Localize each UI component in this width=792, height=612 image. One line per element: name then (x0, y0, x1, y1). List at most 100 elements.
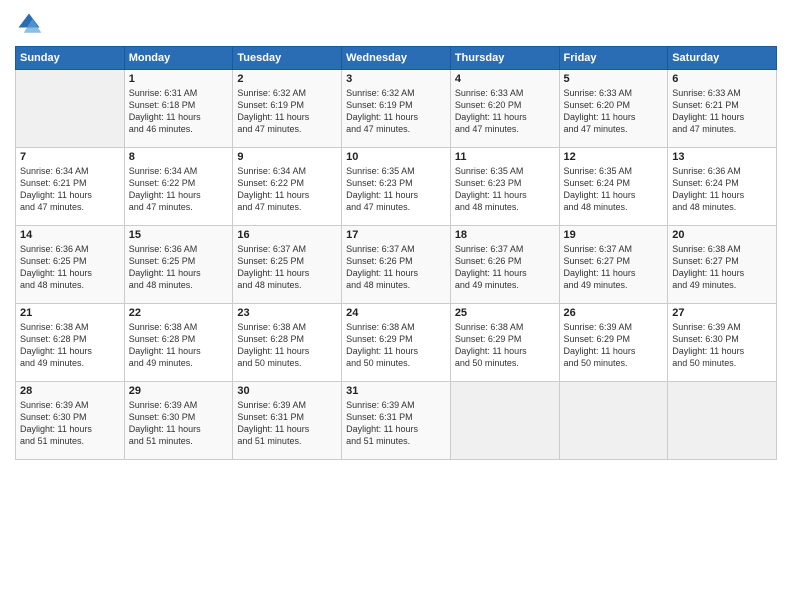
day-cell: 14 Sunrise: 6:36 AM Sunset: 6:25 PM Dayli… (16, 226, 125, 304)
day-cell: 4 Sunrise: 6:33 AM Sunset: 6:20 PM Daylig… (450, 70, 559, 148)
header-cell-tuesday: Tuesday (233, 47, 342, 70)
day-cell: 3 Sunrise: 6:32 AM Sunset: 6:19 PM Daylig… (342, 70, 451, 148)
day-cell: 2 Sunrise: 6:32 AM Sunset: 6:19 PM Daylig… (233, 70, 342, 148)
day-cell: 15 Sunrise: 6:36 AM Sunset: 6:25 PM Dayli… (124, 226, 233, 304)
header-row: SundayMondayTuesdayWednesdayThursdayFrid… (16, 47, 777, 70)
day-cell: 1Sunrise: 6:31 AM Sunset: 6:18 PM Daylig… (124, 70, 233, 148)
day-number: 27 (672, 307, 772, 319)
day-number: 19 (564, 229, 664, 241)
calendar-table: SundayMondayTuesdayWednesdayThursdayFrid… (15, 46, 777, 460)
day-number: 6 (672, 73, 772, 85)
day-detail: Sunrise: 6:38 AM Sunset: 6:28 PM Dayligh… (237, 321, 337, 370)
day-detail: Sunrise: 6:32 AM Sunset: 6:19 PM Dayligh… (346, 87, 446, 136)
week-row-4: 21 Sunrise: 6:38 AM Sunset: 6:28 PM Dayli… (16, 304, 777, 382)
day-cell: 26 Sunrise: 6:39 AM Sunset: 6:29 PM Dayli… (559, 304, 668, 382)
day-cell: 22 Sunrise: 6:38 AM Sunset: 6:28 PM Dayli… (124, 304, 233, 382)
logo (15, 10, 47, 38)
header-cell-saturday: Saturday (668, 47, 777, 70)
day-number: 22 (129, 307, 229, 319)
day-cell: 12 Sunrise: 6:35 AM Sunset: 6:24 PM Dayli… (559, 148, 668, 226)
day-cell: 18Sunrise: 6:37 AM Sunset: 6:26 PM Dayli… (450, 226, 559, 304)
week-row-3: 14 Sunrise: 6:36 AM Sunset: 6:25 PM Dayli… (16, 226, 777, 304)
day-number: 21 (20, 307, 120, 319)
day-detail: Sunrise: 6:33 AM Sunset: 6:20 PM Dayligh… (564, 87, 664, 136)
day-detail: Sunrise: 6:39 AM Sunset: 6:30 PM Dayligh… (129, 399, 229, 448)
day-detail: Sunrise: 6:35 AM Sunset: 6:24 PM Dayligh… (564, 165, 664, 214)
day-number: 2 (237, 73, 337, 85)
day-cell: 8 Sunrise: 6:34 AM Sunset: 6:22 PM Daylig… (124, 148, 233, 226)
page: SundayMondayTuesdayWednesdayThursdayFrid… (0, 0, 792, 612)
day-number: 20 (672, 229, 772, 241)
day-cell: 17Sunrise: 6:37 AM Sunset: 6:26 PM Dayli… (342, 226, 451, 304)
day-detail: Sunrise: 6:36 AM Sunset: 6:25 PM Dayligh… (129, 243, 229, 292)
day-number: 29 (129, 385, 229, 397)
day-cell: 5 Sunrise: 6:33 AM Sunset: 6:20 PM Daylig… (559, 70, 668, 148)
week-row-2: 7Sunrise: 6:34 AM Sunset: 6:21 PM Daylig… (16, 148, 777, 226)
day-detail: Sunrise: 6:37 AM Sunset: 6:27 PM Dayligh… (564, 243, 664, 292)
day-number: 14 (20, 229, 120, 241)
day-detail: Sunrise: 6:34 AM Sunset: 6:22 PM Dayligh… (237, 165, 337, 214)
header-cell-friday: Friday (559, 47, 668, 70)
day-number: 25 (455, 307, 555, 319)
day-detail: Sunrise: 6:33 AM Sunset: 6:20 PM Dayligh… (455, 87, 555, 136)
day-cell: 21Sunrise: 6:38 AM Sunset: 6:28 PM Dayli… (16, 304, 125, 382)
day-detail: Sunrise: 6:39 AM Sunset: 6:30 PM Dayligh… (20, 399, 120, 448)
header-cell-sunday: Sunday (16, 47, 125, 70)
day-detail: Sunrise: 6:39 AM Sunset: 6:30 PM Dayligh… (672, 321, 772, 370)
day-cell: 10Sunrise: 6:35 AM Sunset: 6:23 PM Dayli… (342, 148, 451, 226)
day-detail: Sunrise: 6:39 AM Sunset: 6:29 PM Dayligh… (564, 321, 664, 370)
day-cell: 16 Sunrise: 6:37 AM Sunset: 6:25 PM Dayli… (233, 226, 342, 304)
day-number: 12 (564, 151, 664, 163)
day-detail: Sunrise: 6:34 AM Sunset: 6:22 PM Dayligh… (129, 165, 229, 214)
day-number: 8 (129, 151, 229, 163)
day-detail: Sunrise: 6:37 AM Sunset: 6:26 PM Dayligh… (346, 243, 446, 292)
day-number: 18 (455, 229, 555, 241)
day-cell: 24Sunrise: 6:38 AM Sunset: 6:29 PM Dayli… (342, 304, 451, 382)
day-cell: 9 Sunrise: 6:34 AM Sunset: 6:22 PM Daylig… (233, 148, 342, 226)
day-detail: Sunrise: 6:37 AM Sunset: 6:25 PM Dayligh… (237, 243, 337, 292)
day-number: 11 (455, 151, 555, 163)
header-cell-monday: Monday (124, 47, 233, 70)
day-number: 1 (129, 73, 229, 85)
day-number: 24 (346, 307, 446, 319)
day-detail: Sunrise: 6:32 AM Sunset: 6:19 PM Dayligh… (237, 87, 337, 136)
day-cell: 20Sunrise: 6:38 AM Sunset: 6:27 PM Dayli… (668, 226, 777, 304)
week-row-5: 28 Sunrise: 6:39 AM Sunset: 6:30 PM Dayli… (16, 382, 777, 460)
header-cell-thursday: Thursday (450, 47, 559, 70)
day-detail: Sunrise: 6:38 AM Sunset: 6:28 PM Dayligh… (129, 321, 229, 370)
day-number: 28 (20, 385, 120, 397)
day-detail: Sunrise: 6:35 AM Sunset: 6:23 PM Dayligh… (346, 165, 446, 214)
day-number: 13 (672, 151, 772, 163)
day-detail: Sunrise: 6:35 AM Sunset: 6:23 PM Dayligh… (455, 165, 555, 214)
day-cell: 30Sunrise: 6:39 AM Sunset: 6:31 PM Dayli… (233, 382, 342, 460)
day-number: 5 (564, 73, 664, 85)
day-detail: Sunrise: 6:34 AM Sunset: 6:21 PM Dayligh… (20, 165, 120, 214)
day-cell: 29 Sunrise: 6:39 AM Sunset: 6:30 PM Dayli… (124, 382, 233, 460)
day-number: 26 (564, 307, 664, 319)
day-cell: 6 Sunrise: 6:33 AM Sunset: 6:21 PM Daylig… (668, 70, 777, 148)
day-number: 9 (237, 151, 337, 163)
day-detail: Sunrise: 6:39 AM Sunset: 6:31 PM Dayligh… (346, 399, 446, 448)
day-cell (450, 382, 559, 460)
day-cell: 27 Sunrise: 6:39 AM Sunset: 6:30 PM Dayli… (668, 304, 777, 382)
day-number: 16 (237, 229, 337, 241)
day-cell: 28 Sunrise: 6:39 AM Sunset: 6:30 PM Dayli… (16, 382, 125, 460)
day-detail: Sunrise: 6:38 AM Sunset: 6:29 PM Dayligh… (455, 321, 555, 370)
day-number: 15 (129, 229, 229, 241)
day-detail: Sunrise: 6:33 AM Sunset: 6:21 PM Dayligh… (672, 87, 772, 136)
day-cell: 7Sunrise: 6:34 AM Sunset: 6:21 PM Daylig… (16, 148, 125, 226)
day-number: 31 (346, 385, 446, 397)
day-cell: 13 Sunrise: 6:36 AM Sunset: 6:24 PM Dayli… (668, 148, 777, 226)
day-number: 30 (237, 385, 337, 397)
day-number: 3 (346, 73, 446, 85)
day-detail: Sunrise: 6:36 AM Sunset: 6:25 PM Dayligh… (20, 243, 120, 292)
day-cell: 11 Sunrise: 6:35 AM Sunset: 6:23 PM Dayli… (450, 148, 559, 226)
day-cell: 31 Sunrise: 6:39 AM Sunset: 6:31 PM Dayli… (342, 382, 451, 460)
day-cell (668, 382, 777, 460)
week-row-1: 1Sunrise: 6:31 AM Sunset: 6:18 PM Daylig… (16, 70, 777, 148)
day-detail: Sunrise: 6:36 AM Sunset: 6:24 PM Dayligh… (672, 165, 772, 214)
day-cell: 25 Sunrise: 6:38 AM Sunset: 6:29 PM Dayli… (450, 304, 559, 382)
header (15, 10, 777, 38)
day-number: 23 (237, 307, 337, 319)
day-number: 4 (455, 73, 555, 85)
